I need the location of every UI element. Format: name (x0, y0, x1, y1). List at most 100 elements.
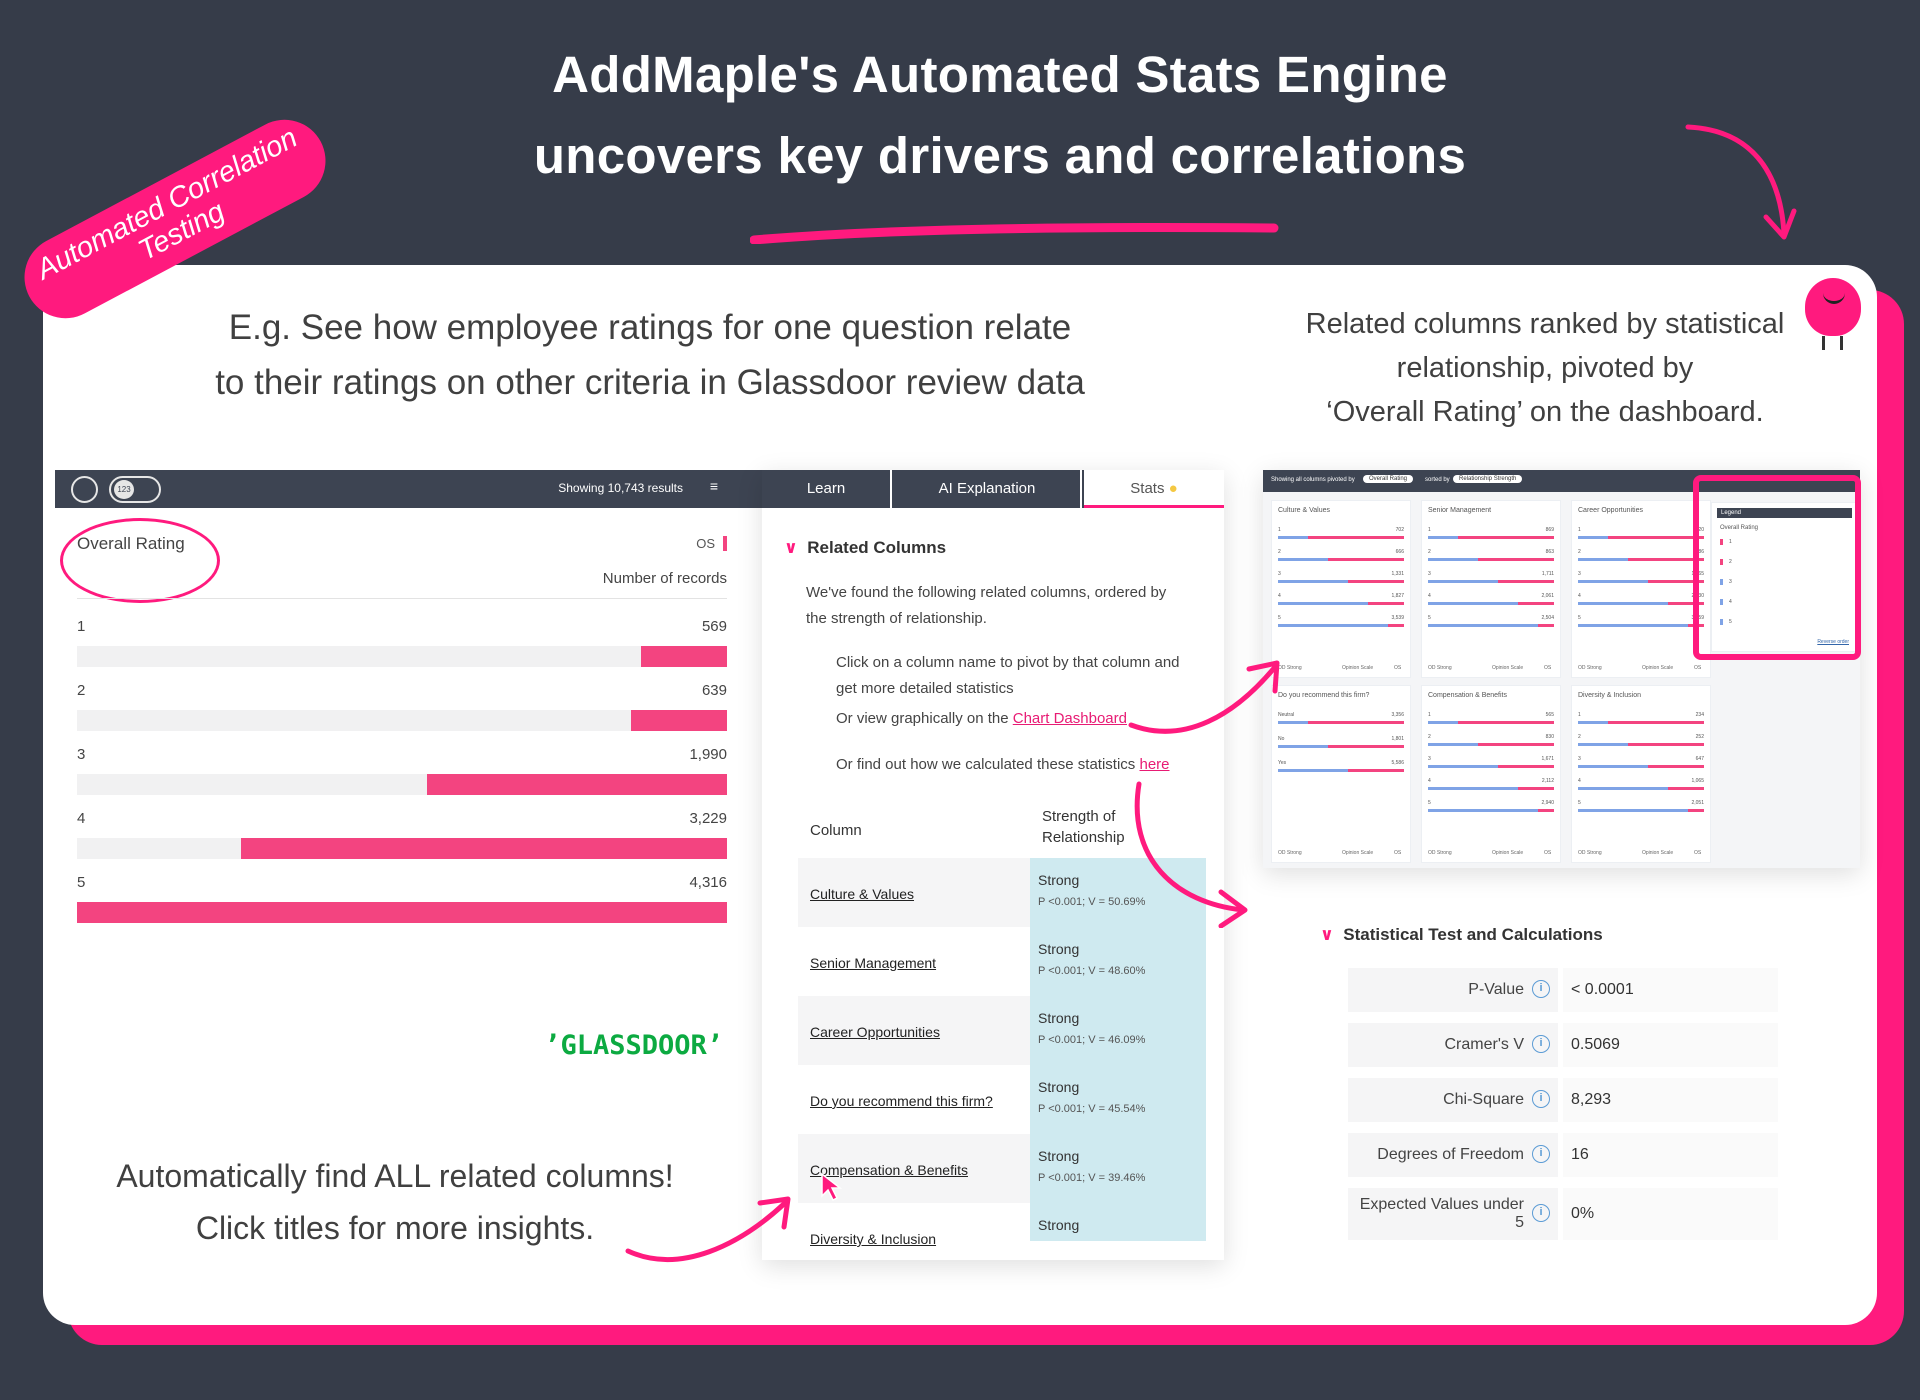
numeric-toggle[interactable]: 123 (109, 476, 161, 503)
dashboard-card-os: OS (1394, 665, 1402, 671)
dashboard-card-row-label: 3 (1578, 571, 1581, 577)
dashboard-card-bar (1578, 624, 1688, 627)
dashboard-card-row-value: 2,112 (1541, 778, 1554, 784)
divider (77, 598, 727, 599)
right-caption: Related columns ranked by statistical re… (1290, 302, 1800, 434)
dashboard-card[interactable]: Compensation & Benefits 1 565 2 830 3 1,671 4 2,… (1421, 685, 1561, 863)
highlight-circle (60, 518, 220, 603)
stat-key-label: Cramer's V (1444, 1036, 1524, 1053)
info-icon[interactable]: i (1532, 1090, 1550, 1108)
strength-cell: Strong P <0.001; V = 46.09% (1030, 996, 1206, 1065)
how-calculated-link[interactable]: here (1139, 756, 1169, 773)
strength-label: Strong (1038, 1010, 1080, 1026)
dashboard-panel: Showing all columns pivoted by Overall R… (1263, 470, 1861, 868)
stat-key: P-Value i (1348, 968, 1558, 1012)
dashboard-card-row-value: 1,801 (1391, 736, 1404, 742)
strength-label: Strong (1038, 1148, 1080, 1164)
related-intro: We've found the following related column… (806, 584, 1167, 627)
related-column-link[interactable]: Culture & Values (810, 886, 914, 902)
related-row: Do you recommend this firm? Strong P <0.00… (798, 1065, 1206, 1134)
related-row: Senior Management Strong P <0.001; V = 48.… (798, 927, 1206, 996)
stat-key: Degrees of Freedom i (1348, 1133, 1558, 1177)
dashboard-card-bar (1578, 580, 1648, 583)
dashboard-card-row-value: 2,061 (1541, 593, 1554, 599)
related-columns-header[interactable]: ∨ Related Columns (784, 538, 946, 558)
bar-value-label: 3,229 (689, 810, 727, 827)
dashboard-card-os: OS (1544, 665, 1552, 671)
dashboard-card-row-value: 3,356 (1391, 712, 1404, 718)
headline-line-1: AddMaple's Automated Stats Engine (552, 46, 1448, 103)
arrow-to-titles-icon (625, 1196, 791, 1262)
strength-label: Strong (1038, 1217, 1080, 1233)
dashboard-card-row-value: 1,711 (1541, 571, 1554, 577)
dashboard-card-bar (1578, 536, 1608, 539)
left-caption: E.g. See how employee ratings for one qu… (150, 300, 1150, 410)
bar-track (77, 710, 727, 731)
info-icon[interactable]: i (1532, 980, 1550, 998)
dashboard-card-bar (1578, 602, 1668, 605)
dashboard-card-bar (1578, 743, 1628, 746)
stat-value: < 0.0001 (1563, 968, 1778, 1012)
dashboard-card-bar (1428, 536, 1458, 539)
strength-label: Strong (1038, 941, 1080, 957)
dashboard-card-row-label: 2 (1428, 549, 1431, 555)
dashboard-card-row-value: 1,331 (1391, 571, 1404, 577)
dashboard-card-row-value: 3,539 (1391, 615, 1404, 621)
dashboard-card-row-label: 5 (1428, 615, 1431, 621)
dashboard-card[interactable]: Career Opportunities 1 620 2 686 3 1,565 4 2,030… (1571, 500, 1711, 678)
related-row: Career Opportunities Strong P <0.001; V = … (798, 996, 1206, 1065)
upload-button[interactable] (71, 476, 98, 503)
dashboard-card-bar (1428, 602, 1518, 605)
dashboard-toolbar-text: Showing all columns pivoted by (1271, 477, 1355, 483)
tab-stats[interactable]: Stats ● (1084, 470, 1224, 508)
related-column-link[interactable]: Do you recommend this firm? (810, 1093, 993, 1109)
bar-value-label: 1,990 (689, 746, 727, 763)
stat-row: Degrees of Freedom i 16 (1348, 1133, 1778, 1177)
info-icon[interactable]: i (1532, 1204, 1550, 1222)
pivot-select[interactable]: Overall Rating (1363, 475, 1414, 483)
bar (77, 902, 727, 923)
sorted-by-label: sorted by (1425, 477, 1450, 483)
dashboard-card-row-value: 1,671 (1541, 756, 1554, 762)
dashboard-card-os: OS (1694, 850, 1702, 856)
dashboard-card[interactable]: Senior Management 1 869 2 863 3 1,711 4 2,061 5 2,… (1421, 500, 1561, 678)
related-column-link[interactable]: Diversity & Inclusion (810, 1231, 936, 1247)
dashboard-card-row-value: 565 (1545, 712, 1554, 718)
dashboard-card-row-value: 647 (1695, 756, 1704, 762)
dashboard-card-row-label: 4 (1578, 593, 1581, 599)
bar (641, 646, 727, 667)
dashboard-card-row-value: 2,051 (1691, 800, 1704, 806)
dashboard-card[interactable]: Diversity & Inclusion 1 234 2 252 3 647 4 1,065 5… (1571, 685, 1711, 863)
dashboard-card-row-value: 702 (1395, 527, 1404, 533)
info-icon[interactable]: i (1532, 1035, 1550, 1053)
dashboard-card-bar (1428, 580, 1498, 583)
dashboard-card-bar (1428, 558, 1478, 561)
stat-row: Cramer's V i 0.5069 (1348, 1023, 1778, 1067)
related-column-link[interactable]: Career Opportunities (810, 1024, 940, 1040)
dashboard-card-row-value: 666 (1395, 549, 1404, 555)
tab-learn[interactable]: Learn (762, 470, 892, 508)
filter-icon[interactable]: ≡ (710, 478, 718, 494)
strength-detail: P <0.001; V = 45.54% (1038, 1103, 1146, 1115)
bar-value-label: 639 (701, 682, 727, 699)
headline-underline (750, 223, 1279, 244)
arrow-to-stat-test-icon (1134, 781, 1248, 928)
dashboard-card-bar (1578, 721, 1608, 724)
info-icon[interactable]: i (1532, 1145, 1550, 1163)
dashboard-card-os: OS (1544, 850, 1552, 856)
dashboard-card-bar (1578, 558, 1628, 561)
dashboard-card-row-value: 863 (1545, 549, 1554, 555)
chart-dashboard-link[interactable]: Chart Dashboard (1013, 710, 1127, 727)
results-count: Showing 10,743 results (558, 481, 683, 495)
dashboard-card-row-value: 2,504 (1541, 615, 1554, 621)
dashboard-card-row-label: 1 (1578, 712, 1581, 718)
mascot-icon (1805, 278, 1861, 336)
related-column-link[interactable]: Senior Management (810, 955, 936, 971)
sort-select[interactable]: Relationship Strength (1453, 475, 1523, 483)
chart-toolbar: 123 Showing 10,743 results ≡ (55, 470, 763, 508)
stat-test-header[interactable]: ∨ Statistical Test and Calculations (1320, 925, 1603, 945)
dashboard-card-bar (1278, 624, 1388, 627)
stat-key: Chi-Square i (1348, 1078, 1558, 1122)
dashboard-card-scale: Opinion Scale (1642, 665, 1674, 671)
tab-ai-explanation[interactable]: AI Explanation (894, 470, 1082, 508)
